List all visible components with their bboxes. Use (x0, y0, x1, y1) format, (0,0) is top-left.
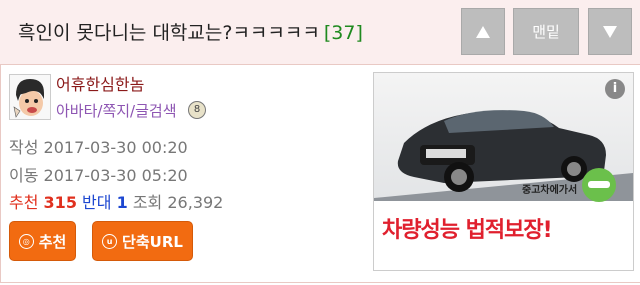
ad-headline: 차량성능 법적보장! (382, 218, 553, 243)
scroll-down-button[interactable] (588, 8, 632, 55)
written-row: 작성 2017-03-30 00:20 (9, 134, 188, 158)
post-title: 흑인이 못다니는 대학교는?ㅋㅋㅋㅋㅋ [37] (18, 18, 363, 45)
moved-date: 2017-03-30 05:20 (43, 166, 188, 185)
recommend-circle-icon: ◎ (18, 233, 34, 249)
short-url-button[interactable]: u 단축URL (92, 221, 193, 261)
author-nickname[interactable]: 어휴한심한놈 (56, 71, 144, 95)
arrow-up-icon (476, 25, 490, 38)
go-bottom-button[interactable]: 맨밑 (513, 8, 579, 55)
link-circle-icon: u (102, 233, 118, 249)
short-url-button-label: 단축URL (122, 232, 183, 251)
scroll-up-button[interactable] (461, 8, 505, 55)
arrow-down-icon (603, 25, 617, 38)
recommend-button[interactable]: ◎ 추천 (9, 221, 76, 261)
moved-label: 이동 (9, 166, 39, 185)
level-badge-icon: 8 (188, 101, 206, 119)
written-label: 작성 (9, 138, 39, 157)
stats-row: 추천 315 반대 1 조회 26,392 (9, 189, 223, 213)
recommend-count: 315 (43, 193, 77, 212)
written-date: 2017-03-30 00:20 (43, 138, 188, 157)
post-title-text: 흑인이 못다니는 대학교는?ㅋㅋㅋㅋㅋ (18, 22, 320, 44)
advertisement-banner[interactable]: i 중고차에가서 차량성능 법적보장! (373, 72, 634, 271)
recommend-button-label: 추천 (38, 232, 67, 251)
views-count: 26,392 (167, 193, 224, 212)
oppose-count: 1 (116, 193, 128, 212)
views-label: 조회 (132, 193, 163, 212)
oppose-label: 반대 (82, 193, 112, 212)
recommend-label: 추천 (9, 193, 39, 212)
avatar-face-icon (10, 75, 50, 119)
comment-count[interactable]: [37] (324, 22, 363, 44)
post-header: 흑인이 못다니는 대학교는?ㅋㅋㅋㅋㅋ [37] 맨밑 (0, 0, 640, 65)
ad-info-icon[interactable]: i (605, 79, 625, 99)
author-links[interactable]: 아바타/쪽지/글검색 (56, 100, 177, 121)
avatar[interactable] (9, 74, 51, 120)
moved-row: 이동 2017-03-30 05:20 (9, 162, 188, 186)
ad-brand: 중고차에가서 (522, 185, 578, 196)
